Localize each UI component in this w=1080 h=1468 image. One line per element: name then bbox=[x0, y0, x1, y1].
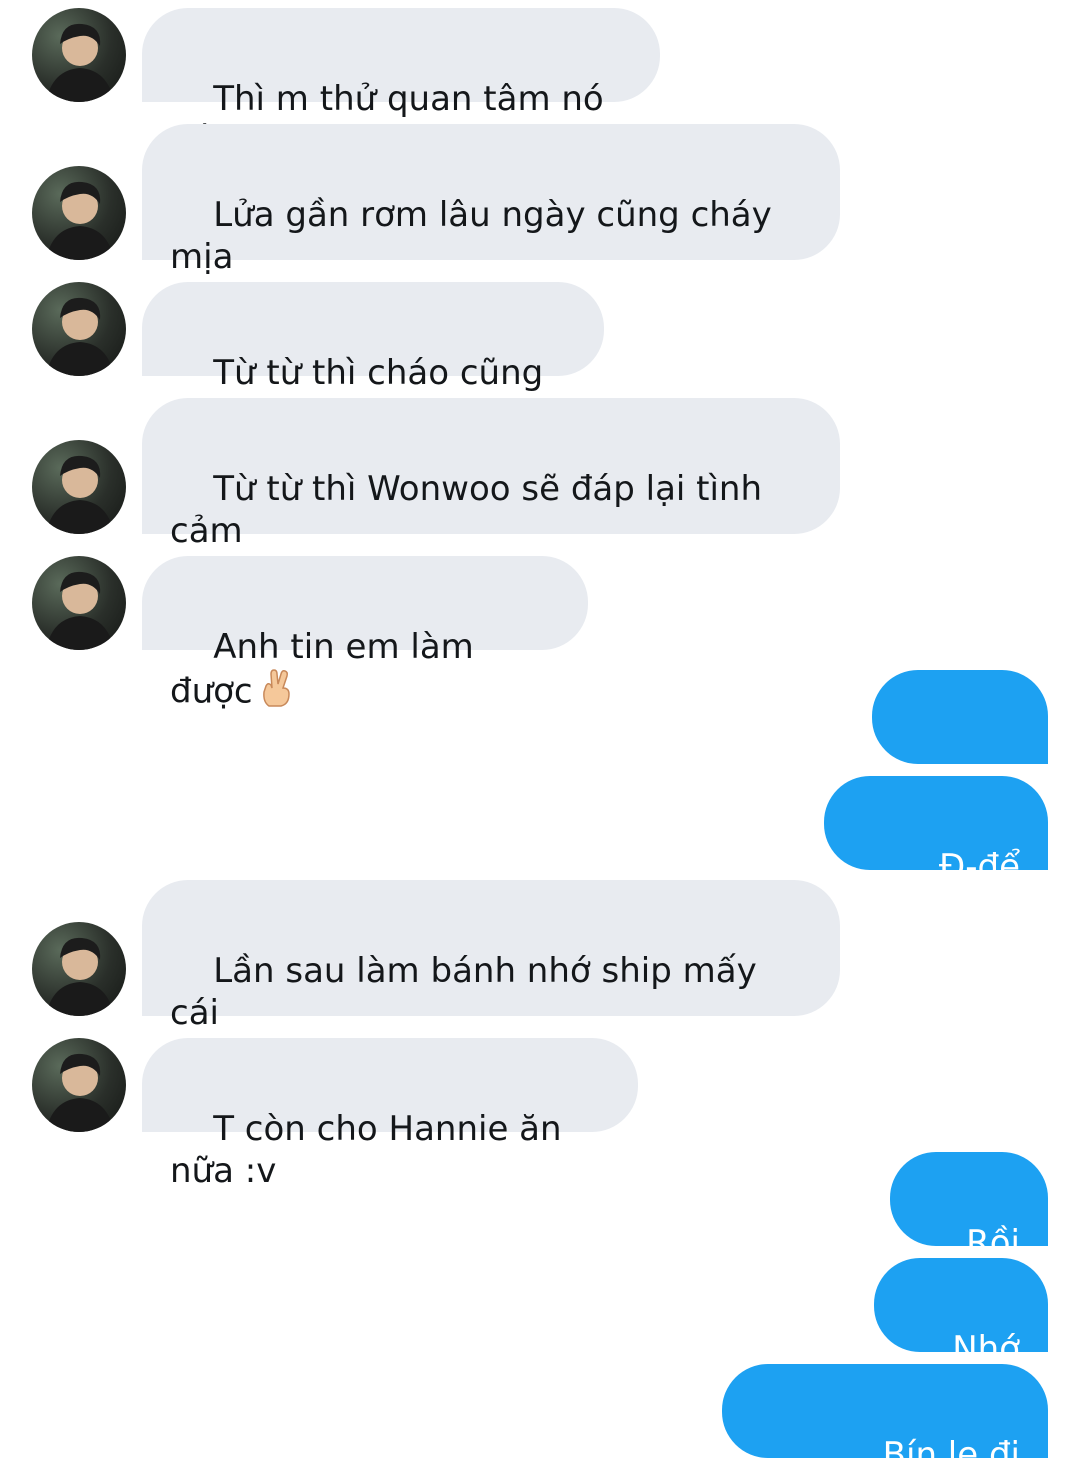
message-text: Đ-để thử... bbox=[931, 847, 1031, 929]
message-bubble-outgoing[interactable]: Nhớ rồi bbox=[874, 1258, 1048, 1411]
message-text: Anh tin em làm được bbox=[170, 627, 485, 712]
message-bubble-incoming[interactable]: Thì m thử quan tâm nó đồ đi bbox=[142, 8, 660, 161]
message-thread: Thì m thử quan tâm nó đồ đi Lửa gần rơm … bbox=[0, 0, 1080, 1468]
message-text: Bín lẹ đi bbox=[882, 1435, 1020, 1468]
message-bubble-incoming[interactable]: Từ từ thì Wonwoo sẽ đáp lại tình cảm của… bbox=[142, 398, 840, 593]
message-bubble-outgoing[interactable]: Bín lẹ đi bbox=[722, 1364, 1048, 1468]
contact-avatar[interactable] bbox=[32, 556, 126, 650]
contact-avatar[interactable] bbox=[32, 922, 126, 1016]
message-bubble-incoming[interactable]: T còn cho Hannie ăn nữa :v bbox=[142, 1038, 638, 1191]
contact-avatar[interactable] bbox=[32, 8, 126, 102]
message-bubble-outgoing[interactable]: Rồi rồi bbox=[890, 1152, 1048, 1305]
contact-avatar[interactable] bbox=[32, 282, 126, 376]
message-bubble-incoming[interactable]: Lần sau làm bánh nhớ ship mấy cái nghen … bbox=[142, 880, 840, 1075]
crossed-fingers-icon bbox=[259, 668, 295, 718]
contact-avatar[interactable] bbox=[32, 166, 126, 260]
message-text: T còn cho Hannie ăn nữa :v bbox=[170, 1109, 573, 1191]
message-bubble-incoming[interactable]: Lửa gần rơm lâu ngày cũng cháy mịa nguyê… bbox=[142, 124, 840, 322]
message-bubble-incoming[interactable]: Từ từ thì cháo cũng nhão bbox=[142, 282, 604, 435]
message-bubble-outgoing[interactable]: =)))))))) bbox=[872, 670, 1048, 823]
message-bubble-outgoing[interactable]: Đ-để thử... bbox=[824, 776, 1048, 929]
contact-avatar[interactable] bbox=[32, 1038, 126, 1132]
message-bubble-incoming[interactable]: Anh tin em làm được bbox=[142, 556, 588, 712]
contact-avatar[interactable] bbox=[32, 440, 126, 534]
